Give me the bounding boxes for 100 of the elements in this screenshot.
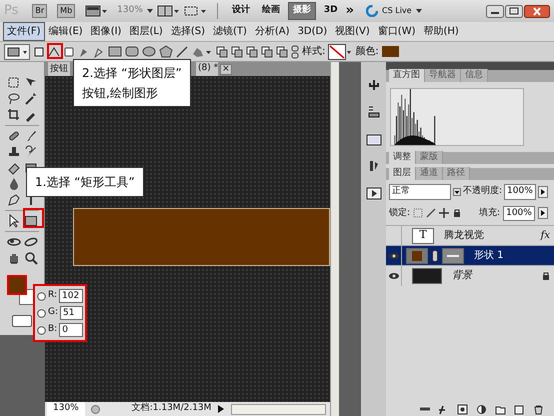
ellipse-icon[interactable] [142,45,156,58]
path-selection-icon[interactable] [6,214,20,228]
menu-item[interactable]: 3D(D) [294,22,332,41]
magic-wand-icon[interactable] [24,92,38,106]
caret-icon[interactable] [453,188,461,196]
stamp-panel-icon[interactable] [366,105,382,120]
rectangle-tool-icon[interactable] [24,214,38,228]
lock-transparency-icon[interactable] [413,208,424,218]
menu-item[interactable]: 文件(F) [3,22,45,41]
stamp-icon[interactable] [6,145,20,159]
blend-mode-dropdown[interactable]: 正常 [389,184,451,200]
line-icon[interactable] [176,46,188,58]
minimize-button[interactable] [486,4,504,18]
view-extras-icon[interactable] [85,5,108,17]
bridge-button[interactable]: Br [32,4,48,18]
panel-tab[interactable]: 蒙版 [416,150,443,164]
3d-orbit-icon[interactable] [24,235,38,249]
vertical-scrollbar[interactable] [330,62,339,416]
shape-layers-icon[interactable] [33,46,45,58]
lock-position-icon[interactable] [439,208,450,218]
adjustment-layer-icon[interactable] [476,404,487,414]
layer-row[interactable]: 形状 1 [386,245,554,265]
menu-item[interactable]: 滤镜(T) [208,22,251,41]
zoom-field[interactable]: 130% [47,402,85,416]
mini-bridge-icon[interactable] [366,132,382,147]
zoom-icon[interactable] [24,251,38,265]
paths-icon[interactable] [48,46,60,58]
restore-button[interactable] [505,4,523,18]
menu-item[interactable]: 编辑(E) [44,22,87,41]
menu-item[interactable]: 选择(S) [166,22,209,41]
arrange-icon[interactable] [156,5,179,17]
opacity-arrow[interactable] [538,186,548,198]
actions-play-icon[interactable] [366,186,382,201]
new-layer-icon[interactable] [514,404,525,414]
workspace-button[interactable]: 设计 [228,3,254,19]
subtract-mode-icon[interactable] [246,46,258,58]
panel-tab[interactable]: 信息 [461,68,488,82]
radio-button[interactable] [37,292,46,300]
panel-tab[interactable]: 通道 [416,166,443,180]
fill-pixels-icon[interactable] [63,46,75,58]
delete-icon[interactable] [533,404,544,414]
fill-field[interactable]: 100% [503,206,535,221]
exclude-mode-icon[interactable] [276,46,288,58]
menu-item[interactable]: 图层(L) [125,22,167,41]
caret-icon[interactable] [416,9,422,13]
document-tab[interactable]: 按钮 [48,62,70,76]
color-value-field[interactable]: 0 [59,323,83,337]
marquee-icon[interactable] [6,76,20,90]
eraser-icon[interactable] [6,161,20,175]
close-tab-button[interactable]: × [220,64,232,74]
caret-icon[interactable] [146,9,153,13]
screen-mode-icon[interactable] [182,5,207,17]
cs-live-button[interactable]: CS Live [382,5,412,17]
tool-preset-picker[interactable] [4,44,30,60]
custom-shape-icon[interactable] [191,46,213,58]
horizontal-scrollbar[interactable] [231,404,326,414]
more-workspaces-button[interactable]: » [346,1,354,21]
fill-arrow[interactable] [538,207,548,220]
layer-row[interactable]: 背景 [386,265,554,285]
new-group-icon[interactable] [495,404,506,414]
rounded-rectangle-icon[interactable] [125,45,139,58]
menu-item[interactable]: 帮助(H) [420,22,463,41]
menu-item[interactable]: 视图(V) [331,22,374,41]
panel-tab[interactable]: 直方图 [389,68,425,82]
menu-item[interactable]: 分析(A) [250,22,294,41]
menu-item[interactable]: 图像(I) [86,22,126,41]
style-picker[interactable] [328,44,352,60]
panel-tab[interactable]: 路径 [443,166,470,180]
color-value-field[interactable]: 102 [59,289,83,303]
new-layer-mode-icon[interactable] [216,46,228,58]
status-menu-arrow[interactable] [217,404,226,414]
freeform-pen-icon[interactable] [93,46,105,58]
workspace-button[interactable]: 绘画 [258,3,284,19]
menu-item[interactable]: 窗口(W) [374,22,420,41]
radio-button[interactable] [37,326,46,334]
foreground-color-swatch[interactable] [7,275,27,295]
panel-tab[interactable]: 调整 [389,150,416,164]
color-value-field[interactable]: 51 [60,306,83,320]
crop-icon[interactable] [6,108,20,122]
workspace-button[interactable]: 摄影 [288,2,316,20]
panel-tab[interactable]: 导航器 [425,68,461,82]
lock-pixels-icon[interactable] [426,208,436,218]
intersect-mode-icon[interactable] [261,46,273,58]
lasso-icon[interactable] [6,92,20,106]
mini-bridge-button[interactable]: Mb [57,4,76,18]
add-mask-icon[interactable] [457,404,468,414]
eye-icon[interactable] [388,272,400,280]
color-swatch[interactable] [382,46,399,57]
eye-icon[interactable] [388,252,400,260]
panel-tab[interactable]: 图层 [389,166,416,180]
lock-all-icon[interactable] [452,208,462,218]
pen-tool-icon[interactable] [6,193,20,207]
workspace-button[interactable]: 3D [320,3,342,19]
radio-button[interactable] [37,308,46,318]
add-mode-icon[interactable] [231,46,243,58]
rectangle-icon[interactable] [108,45,122,58]
close-button[interactable] [524,4,550,18]
opacity-field[interactable]: 100% [504,184,536,200]
quick-mask-button[interactable] [12,315,32,327]
layer-name: 背景 [452,268,472,283]
